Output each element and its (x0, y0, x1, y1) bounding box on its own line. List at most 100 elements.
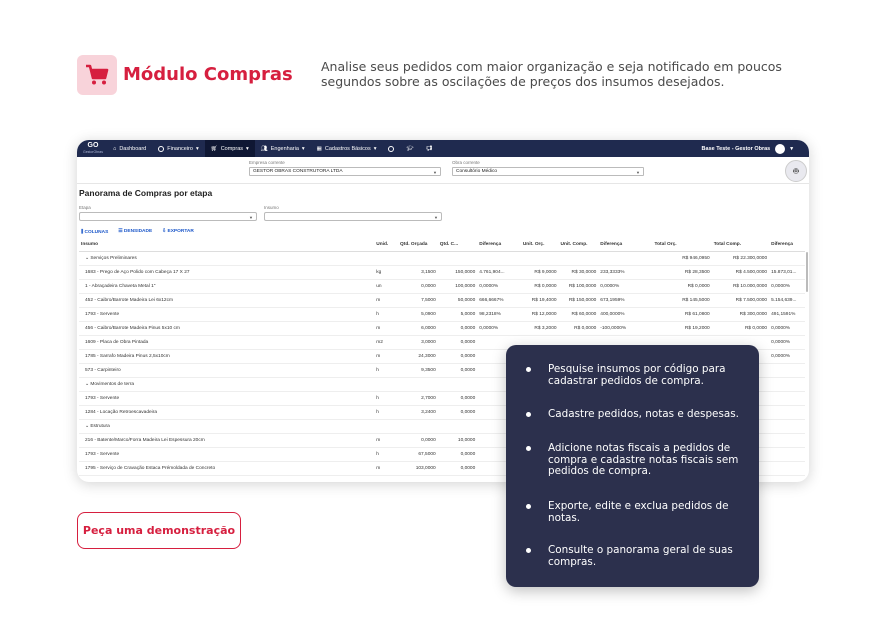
robot-icon: 🤖︎ (793, 165, 799, 176)
cell-total-comp: R$ 7.500,0000 (711, 293, 770, 308)
graduation-button[interactable]: 🎓︎ (400, 140, 419, 157)
cell-qtd-orc: 0,0000 (398, 279, 438, 294)
cell-dif-total (769, 433, 805, 448)
avatar (775, 143, 786, 154)
home-icon: ⌂ (113, 145, 117, 152)
cell-dif-total: 5.154,639... (769, 293, 805, 308)
column-header[interactable]: Insumo (79, 239, 375, 252)
nav-label: Compras (220, 145, 243, 152)
nav-label: Financeiro (167, 145, 193, 152)
cell-unid: m (374, 433, 398, 448)
cell-dif-unit: 673,1959% (598, 293, 653, 308)
column-header[interactable]: Total Comp. (711, 239, 770, 252)
feature-item: Adicione notas fiscais a pedidos de comp… (526, 442, 746, 478)
nav-cadastros-basicos[interactable]: ▦ Cadastros Básicos ▾ (311, 140, 383, 157)
feature-item: Exporte, edite e exclua pedidos de notas… (526, 500, 746, 524)
cell-qtd-orc: 9,3500 (398, 363, 438, 378)
cell-dif: 4.761,904... (477, 265, 521, 280)
empresa-select[interactable]: GESTOR OBRAS CONSTRUTORA LTDA ▼ (249, 167, 441, 176)
user-menu[interactable]: Base Teste - Gestor Obras ▾ (702, 140, 793, 157)
cell-qtd-orc: 2,7000 (398, 391, 438, 406)
feature-item: Cadastre pedidos, notas e despesas. (526, 408, 746, 421)
cell-qtd-orc: 7,5000 (398, 293, 438, 308)
table-row[interactable]: 456 - Caibro/Barrote Madeira Pinus 5x10 … (79, 321, 805, 336)
column-header[interactable]: Total Orç. (652, 239, 712, 252)
column-header[interactable]: Unit. Comp. (558, 239, 599, 252)
columns-button[interactable]: ⫼ COLUNAS (81, 229, 108, 235)
export-button[interactable]: ⇩ EXPORTAR (162, 229, 194, 235)
cell-qtd-orc: 24,3000 (398, 349, 438, 364)
column-header[interactable]: Qtd. Orçada (398, 239, 438, 252)
nav-financeiro[interactable]: Financeiro ▾ (152, 140, 204, 157)
cell-qtd-comp: 0,0000 (437, 349, 478, 364)
cell-dif: 0,0000% (477, 279, 521, 294)
demo-button[interactable]: Peça uma demonstração (77, 512, 241, 549)
column-header[interactable]: Qtd. C... (437, 239, 478, 252)
cell-dif-total: 0,0000% (769, 349, 805, 364)
table-row[interactable]: 452 - Caibro/Barrote Madeira Lei 6x12cm m… (79, 293, 805, 308)
cell-insumo: 1793 - Servente (79, 307, 375, 322)
density-button[interactable]: ☰ DENSIDADE (118, 229, 152, 235)
nav-label: Engenharia (270, 145, 299, 152)
etapa-filter[interactable]: Etapa ▼ (79, 205, 257, 221)
chatbot-button[interactable]: 🤖︎ (785, 160, 807, 182)
column-header[interactable]: Unid. (374, 239, 398, 252)
help-button[interactable] (382, 140, 400, 157)
cell-qtd-comp: 0,0000 (437, 461, 478, 476)
module-description: Analise seus pedidos com maior organizaç… (321, 59, 782, 89)
chevron-down-icon: ▾ (790, 145, 793, 152)
obra-select[interactable]: Consultório Médico ▼ (452, 167, 644, 176)
cell-dif-total: 0,0000% (769, 335, 805, 350)
cell-total-comp: R$ 0,0000 (711, 321, 770, 336)
insumo-filter[interactable]: Insumo ▼ (264, 205, 442, 221)
table-row[interactable]: 1683 - Prego de Aço Polido com Cabeça 17… (79, 265, 805, 280)
empresa-value: GESTOR OBRAS CONSTRUTORA LTDA (253, 169, 343, 174)
cell-dif: 666,6667% (477, 293, 521, 308)
obra-selector[interactable]: Obra corrente Consultório Médico ▼ (452, 160, 644, 176)
people-icon: 👥︎ (260, 145, 268, 152)
notifications-button[interactable]: 📢︎ (419, 140, 438, 157)
cell-qtd-comp: 0,0000 (437, 335, 478, 350)
cell-qtd-orc: 103,0000 (398, 461, 438, 476)
cell-insumo: 1284 - Locação Retroescavadeira (79, 405, 375, 420)
chevron-down-icon: ▼ (434, 215, 438, 220)
cell-unit-comp: R$ 30,0000 (558, 265, 599, 280)
table-header: Insumo Unid. Qtd. Orçada Qtd. C... Diferença… (79, 239, 805, 252)
app-logo[interactable]: GO GestorObras (79, 140, 107, 157)
insumo-select[interactable]: ▼ (264, 212, 442, 221)
table-row[interactable]: 1793 - Servente h 5,0900 5,0000 98,2318% R$ 1… (79, 307, 805, 322)
cell-total-comp: R$ 300,0000 (711, 307, 770, 322)
cell-qtd-orc: 67,5000 (398, 447, 438, 462)
group-row[interactable]: ⌄ Serviços Preliminares R$ 946,0950 R$ 22.… (79, 251, 805, 266)
column-header[interactable]: Diferença (769, 239, 805, 252)
cell-qtd-orc: 0,0000 (398, 433, 438, 448)
cell-dif-total: 491,1591% (769, 307, 805, 322)
column-header[interactable]: Diferença (477, 239, 521, 252)
etapa-select[interactable]: ▼ (79, 212, 257, 221)
cell-qtd-comp: 150,0000 (437, 265, 478, 280)
features-card: Pesquise insumos por código para cadastr… (506, 345, 759, 587)
obra-value: Consultório Médico (456, 169, 498, 174)
bullet-icon (526, 367, 531, 372)
nav-dashboard[interactable]: ⌂ Dashboard (107, 140, 152, 157)
group-label: Movimentos de terra (90, 381, 135, 387)
nav-engenharia[interactable]: 👥︎ Engenharia ▾ (255, 140, 311, 157)
column-header[interactable]: Unit. Orç. (520, 239, 559, 252)
cell-insumo: 1793 - Servente (79, 391, 375, 406)
chevron-down-icon: ▼ (249, 215, 253, 220)
nav-compras[interactable]: 🛒︎ Compras ▾ (204, 140, 255, 157)
cell-qtd-orc: 6,0000 (398, 321, 438, 336)
column-header[interactable]: Diferença (598, 239, 653, 252)
cell-unid: h (374, 405, 398, 420)
cell-insumo: 573 - Carpinteiro (79, 363, 375, 378)
cell-insumo: 1795 - Serviço de Cravação Estaca Prémol… (79, 461, 375, 476)
cell-total-comp: R$ 10.000,0000 (711, 279, 770, 294)
bullet-icon (526, 504, 531, 509)
empresa-selector[interactable]: Empresa corrente GESTOR OBRAS CONSTRUTOR… (249, 160, 441, 176)
cell-empty (769, 251, 805, 266)
cell-qtd-comp: 5,0000 (437, 307, 478, 322)
table-row[interactable]: 1 - Abraçadeira Chaveta Metal 1" un 0,0000… (79, 279, 805, 294)
cell-unid: h (374, 363, 398, 378)
logo-text: GestorObras (82, 149, 104, 154)
scrollbar[interactable] (806, 252, 808, 292)
